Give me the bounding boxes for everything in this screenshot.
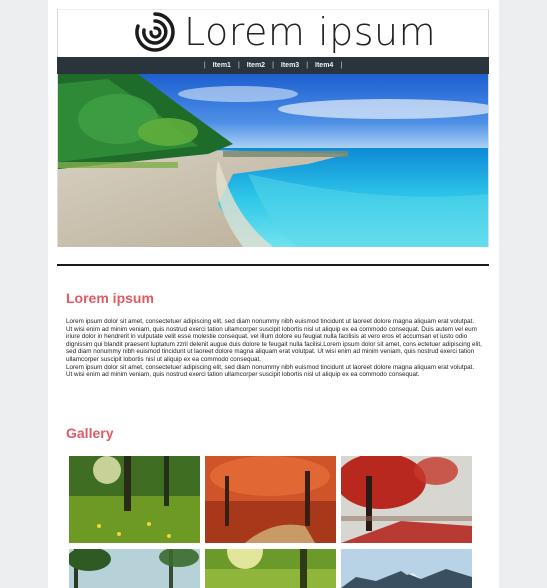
palm-beach-photo: [69, 549, 200, 588]
grassy-forest-meadow-photo: [69, 456, 200, 543]
nav-item-3[interactable]: Item3: [281, 62, 299, 69]
article-paragraph: Lorem ipsum dolor sit amet, consectetuer…: [66, 318, 482, 363]
tropical-beach-photo: [58, 74, 488, 247]
nav-separator: |: [237, 62, 240, 69]
gallery-image[interactable]: [341, 549, 472, 588]
gallery-image[interactable]: [205, 549, 336, 588]
gallery-image[interactable]: [341, 456, 472, 543]
article-body: Lorem ipsum dolor sit amet, consectetuer…: [66, 318, 482, 379]
nav-separator: |: [203, 62, 206, 69]
hero-image: [57, 74, 489, 247]
nav-item-2[interactable]: Item2: [247, 62, 265, 69]
nav-item-1[interactable]: Item1: [213, 62, 231, 69]
article-title: Lorem ipsum: [66, 290, 154, 306]
article-paragraph: Lorem ipsum dolor sit amet, consectetuer…: [66, 363, 475, 379]
logo-text: Lorem ipsum: [184, 10, 437, 54]
gallery-image[interactable]: [69, 549, 200, 588]
nav-separator: |: [272, 62, 274, 69]
nav-item-4[interactable]: Item4: [315, 62, 333, 69]
gallery-title: Gallery: [66, 425, 114, 441]
header: Lorem ipsum: [57, 9, 489, 57]
nav-separator: |: [340, 62, 343, 69]
red-autumn-forest-path-photo: [205, 456, 336, 543]
spiral-logo-icon: [135, 12, 175, 52]
sunlit-forest-photo: [205, 549, 336, 588]
gallery-image[interactable]: [69, 456, 200, 543]
mountain-sky-photo: [341, 549, 472, 588]
nav-bar: | Item1 | Item2 | Item3 | Item4 |: [57, 57, 489, 74]
red-tree-misty-road-photo: [341, 456, 472, 543]
section-divider: [57, 264, 489, 266]
email-page: Lorem ipsum | Item1 | Item2 | Item3 | It…: [48, 0, 499, 588]
gallery-image[interactable]: [205, 456, 336, 543]
nav-separator: |: [306, 62, 309, 69]
